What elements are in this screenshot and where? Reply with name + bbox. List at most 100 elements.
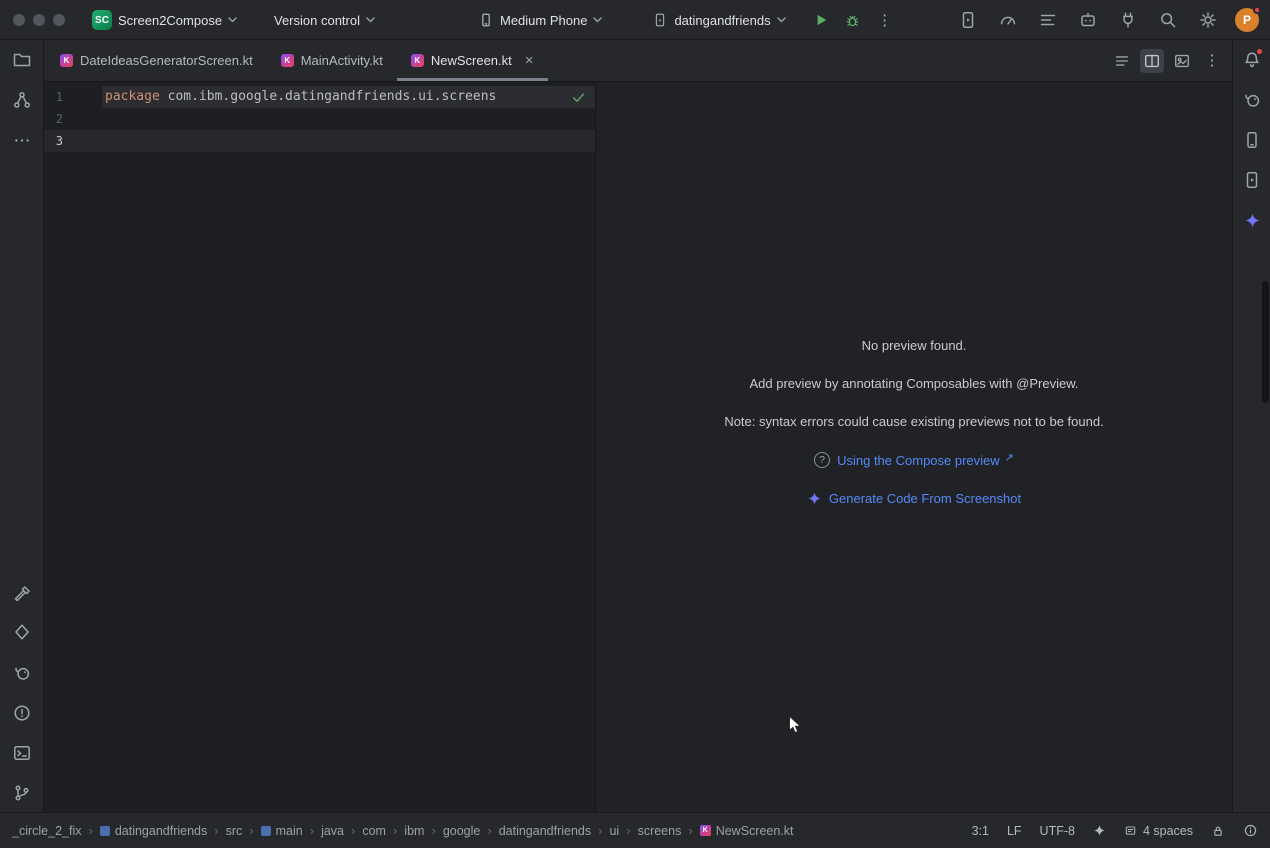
line-number[interactable]: 1 [44, 86, 63, 108]
logcat-button[interactable] [1035, 7, 1061, 33]
chevron-down-icon [593, 17, 602, 23]
chevron-down-icon [228, 17, 237, 23]
breadcrumb-separator-icon: › [310, 823, 314, 838]
more-run-actions-button[interactable]: ⋮ [872, 7, 898, 33]
breadcrumb-item[interactable]: datingandfriends [499, 824, 591, 838]
line-separator-widget[interactable]: LF [1007, 824, 1022, 838]
run-configuration-selector[interactable]: datingandfriends [644, 5, 793, 35]
indent-size-label: 4 spaces [1143, 824, 1193, 838]
breadcrumb-separator-icon: › [214, 823, 218, 838]
line-number[interactable]: 2 [44, 108, 63, 130]
gemini-status-button[interactable] [1093, 824, 1106, 837]
minimize-window-button[interactable] [33, 14, 45, 26]
debug-button[interactable] [840, 7, 866, 33]
breadcrumb-item[interactable]: main [261, 824, 303, 838]
build-tool-button[interactable] [9, 581, 35, 607]
indent-widget[interactable]: 4 spaces [1124, 824, 1193, 838]
settings-button[interactable] [1195, 7, 1221, 33]
run-button[interactable] [808, 7, 834, 33]
tab-dateideasgeneratorscreen[interactable]: K DateIdeasGeneratorScreen.kt [46, 40, 267, 81]
code-view-button[interactable] [1110, 49, 1134, 73]
terminal-icon [12, 743, 32, 763]
code-line-2[interactable]: 2 [44, 108, 595, 130]
gradle-tool-button[interactable] [9, 660, 35, 686]
app-insights-button[interactable] [1075, 7, 1101, 33]
inspections-widget[interactable] [571, 90, 586, 108]
plug-icon [1118, 10, 1138, 30]
running-devices-button[interactable] [955, 7, 981, 33]
maximize-window-button[interactable] [53, 14, 65, 26]
breadcrumb-separator-icon: › [487, 823, 491, 838]
problems-tool-button[interactable] [9, 700, 35, 726]
close-window-button[interactable] [13, 14, 25, 26]
version-control-tool-button[interactable] [9, 780, 35, 806]
keyword-token: package [105, 89, 160, 104]
notifications-button[interactable] [1239, 47, 1265, 73]
avatar[interactable]: P [1235, 8, 1259, 32]
running-devices-tool-button[interactable] [1239, 167, 1265, 193]
phone-icon [478, 12, 494, 28]
left-tool-stripe: ⋯ [0, 40, 44, 812]
search-everywhere-button[interactable] [1155, 7, 1181, 33]
app-quality-insights-tool-button[interactable] [9, 619, 35, 645]
code-line-1[interactable]: 1 package com.ibm.google.datingandfriend… [44, 86, 595, 108]
split-view-button[interactable] [1140, 49, 1164, 73]
scrollbar-thumb[interactable] [1262, 281, 1269, 403]
breadcrumb-item[interactable]: java [321, 824, 344, 838]
device-manager-tool-button[interactable] [1239, 127, 1265, 153]
more-vertical-icon: ⋮ [1205, 53, 1220, 68]
gemini-tool-button[interactable] [1239, 207, 1265, 233]
write-access-toggle[interactable] [1211, 824, 1225, 838]
editor-options-button[interactable]: ⋮ [1200, 49, 1224, 73]
tab-label: DateIdeasGeneratorScreen.kt [80, 53, 253, 68]
breadcrumb-item[interactable]: com [362, 824, 386, 838]
more-tool-windows-button[interactable]: ⋯ [9, 127, 35, 153]
breadcrumb-item[interactable]: src [226, 824, 243, 838]
editor-view-modes: ⋮ [1110, 49, 1224, 73]
breadcrumb-item[interactable]: screens [638, 824, 682, 838]
breadcrumb-item[interactable]: datingandfriends [100, 824, 207, 838]
breadcrumb-label: com [362, 824, 386, 838]
tab-mainactivity[interactable]: K MainActivity.kt [267, 40, 397, 81]
chevron-down-icon [777, 17, 786, 23]
diamond-icon [12, 622, 32, 642]
project-tool-button[interactable] [9, 47, 35, 73]
more-horizontal-icon: ⋯ [14, 132, 31, 149]
code-editor[interactable]: 1 package com.ibm.google.datingandfriend… [44, 82, 595, 812]
add-preview-message: Add preview by annotating Composables wi… [750, 373, 1079, 395]
breadcrumb-label: datingandfriends [115, 824, 207, 838]
breadcrumb-item[interactable]: google [443, 824, 481, 838]
profiler-button[interactable] [995, 7, 1021, 33]
close-tab-icon[interactable]: × [525, 53, 534, 68]
breadcrumb-label: NewScreen.kt [716, 824, 794, 838]
project-widget[interactable]: SC Screen2Compose [84, 5, 245, 35]
tab-newscreen[interactable]: K NewScreen.kt × [397, 40, 548, 81]
terminal-tool-button[interactable] [9, 740, 35, 766]
gradle-tool-button[interactable] [1239, 87, 1265, 113]
code-line-3[interactable]: 3 [44, 130, 595, 152]
device-manager-icon [1242, 130, 1262, 150]
highlighting-level-button[interactable] [1243, 823, 1258, 838]
version-control-widget[interactable]: Version control [266, 5, 383, 35]
compose-preview-help-link[interactable]: ? Using the Compose preview ↗ [814, 449, 1014, 471]
status-widgets: 3:1 LF UTF-8 4 spaces [972, 823, 1258, 838]
chevron-down-icon [366, 17, 375, 23]
caret-position-widget[interactable]: 3:1 [972, 824, 989, 838]
breadcrumb-item[interactable]: ui [609, 824, 619, 838]
device-selector[interactable]: Medium Phone [470, 5, 610, 35]
structure-tool-button[interactable] [9, 87, 35, 113]
breadcrumb-item-file[interactable]: KNewScreen.kt [700, 824, 794, 838]
encoding-widget[interactable]: UTF-8 [1040, 824, 1075, 838]
gear-icon [1198, 10, 1218, 30]
breadcrumb-label: google [443, 824, 481, 838]
breadcrumb-label: screens [638, 824, 682, 838]
breadcrumb-item[interactable]: ibm [404, 824, 424, 838]
logcat-icon [1038, 10, 1058, 30]
breadcrumb-item[interactable]: _circle_2_fix [12, 824, 81, 838]
generate-code-link[interactable]: Generate Code From Screenshot [807, 487, 1021, 509]
line-number[interactable]: 3 [44, 130, 63, 152]
device-streaming-button[interactable] [1115, 7, 1141, 33]
design-view-button[interactable] [1170, 49, 1194, 73]
more-vertical-icon: ⋮ [877, 13, 892, 28]
git-branch-icon [12, 783, 32, 803]
